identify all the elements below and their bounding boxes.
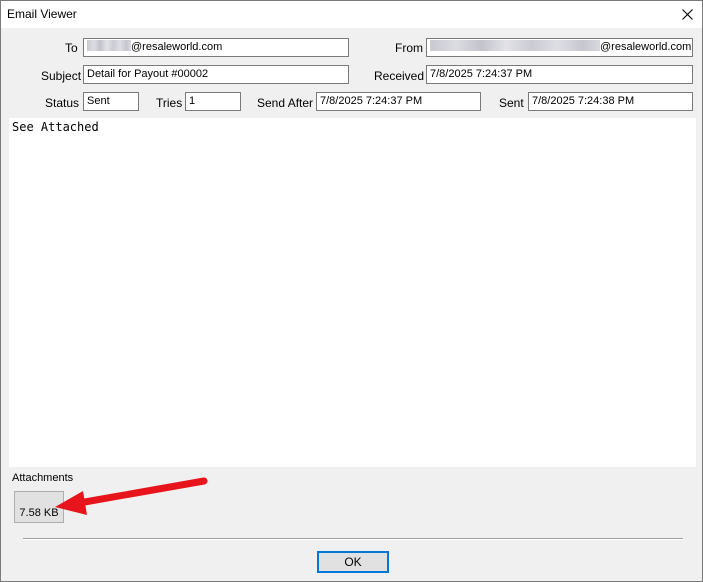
email-viewer-window: Email Viewer To @resaleworld.com From @r…	[0, 0, 703, 582]
annotation-arrow	[55, 477, 208, 515]
